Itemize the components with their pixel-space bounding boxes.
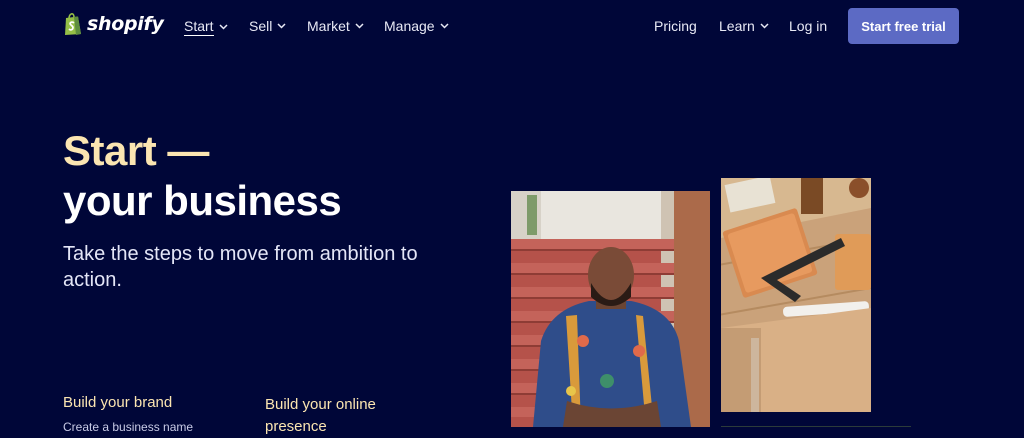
feature-build-brand-desc: Create a business name (63, 420, 194, 434)
workspace-photo (721, 178, 871, 412)
chevron-down-icon (219, 24, 228, 30)
feature-build-brand-title[interactable]: Build your brand (63, 394, 172, 411)
hero-subtitle: Take the steps to move from ambition to … (63, 243, 418, 291)
nav-sell-label: Sell (249, 18, 273, 34)
nav-pricing[interactable]: Pricing (654, 18, 697, 34)
chevron-down-icon (355, 23, 364, 29)
top-navigation: shopify Start Sell Market Manage Pricing… (0, 0, 1024, 52)
brand-name: shopify (87, 13, 164, 35)
nav-sell[interactable]: Sell (249, 18, 286, 34)
nav-login-label: Log in (789, 18, 828, 34)
nav-manage[interactable]: Manage (384, 18, 449, 34)
nav-manage-label: Manage (384, 18, 435, 34)
chevron-down-icon (760, 23, 769, 29)
nav-start-label: Start (184, 18, 214, 36)
chevron-down-icon (277, 23, 286, 29)
nav-market[interactable]: Market (307, 18, 364, 34)
feature-online-presence-title[interactable]: Build your online presence (265, 394, 415, 438)
start-free-trial-button[interactable]: Start free trial (848, 8, 959, 44)
nav-pricing-label: Pricing (654, 18, 697, 34)
hero-title-line2: your business (63, 177, 342, 224)
nav-learn[interactable]: Learn (719, 18, 769, 34)
hero-title-line1: Start — (63, 127, 209, 174)
nav-start[interactable]: Start (184, 18, 228, 36)
shopify-bag-icon (63, 12, 83, 36)
nav-login[interactable]: Log in (789, 18, 827, 34)
nav-learn-label: Learn (719, 18, 755, 34)
shopify-logo[interactable]: shopify (63, 12, 164, 36)
additional-photo (721, 420, 911, 427)
chevron-down-icon (440, 23, 449, 29)
entrepreneur-photo (511, 191, 710, 427)
nav-market-label: Market (307, 18, 350, 34)
